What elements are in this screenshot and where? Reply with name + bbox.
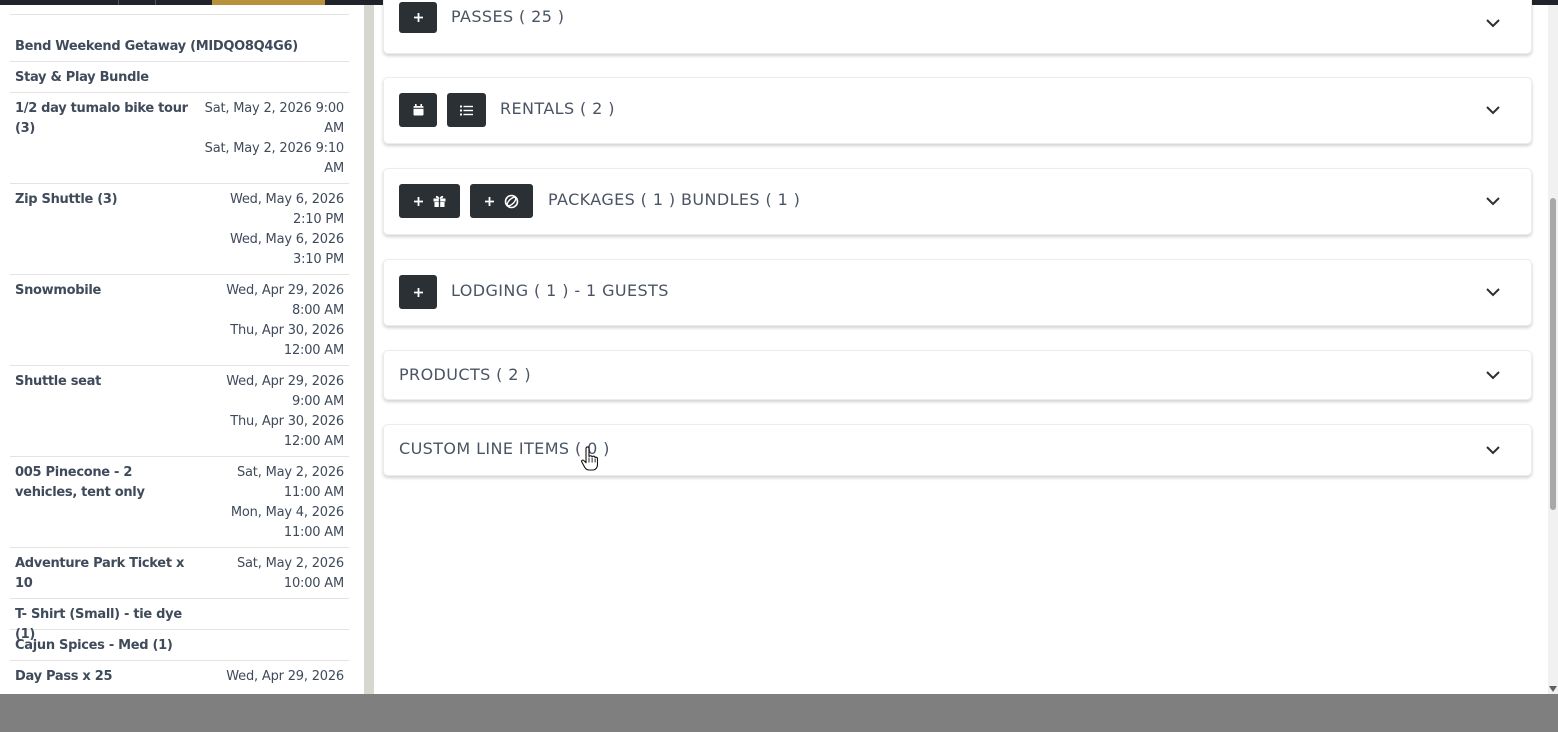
sidebar-item: Snowmobile Wed, Apr 29, 2026 8:00 AM Thu… (10, 275, 349, 366)
chevron-down-icon[interactable] (1485, 287, 1501, 297)
calendar-icon (413, 104, 423, 116)
date-line: Wed, Apr 29, 2026 (226, 669, 344, 684)
sidebar-item-name: Day Pass x 25 (15, 669, 113, 684)
rentals-section[interactable]: RENTALS ( 2 ) (383, 77, 1532, 144)
app-window: Bend Weekend Getaway (MIDQO8Q4G6) Stay &… (0, 0, 1558, 694)
passes-section[interactable]: PASSES ( 25 ) (383, 0, 1532, 54)
sidebar-item-name: Bend Weekend Getaway (MIDQO8Q4G6) (15, 39, 298, 54)
lodging-section[interactable]: LODGING ( 1 ) - 1 GUESTS (383, 259, 1532, 326)
sidebar-item-name: Zip Shuttle (3) (15, 192, 118, 207)
custom-line-items-section[interactable]: CUSTOM LINE ITEMS ( 0 ) (383, 424, 1532, 476)
rentals-title: RENTALS ( 2 ) (500, 99, 615, 118)
gift-icon (433, 195, 446, 207)
order-summary-sidebar: Bend Weekend Getaway (MIDQO8Q4G6) Stay &… (0, 5, 364, 694)
passes-title: PASSES ( 25 ) (451, 7, 565, 26)
sidebar-item: 1/2 day tumalo bike tour (3) Sat, May 2,… (10, 93, 349, 184)
plus-icon (413, 13, 423, 22)
date-line: 2:10 PM (293, 212, 344, 227)
sidebar-item: Shuttle seat Wed, Apr 29, 2026 9:00 AM T… (10, 366, 349, 457)
date-line: 11:00 AM (283, 525, 344, 540)
date-line: Wed, May 6, 2026 (229, 192, 344, 207)
date-line: AM (324, 121, 344, 136)
products-section[interactable]: PRODUCTS ( 2 ) (383, 350, 1532, 400)
date-line: Thu, Apr 30, 2026 (230, 323, 344, 338)
rentals-list-button[interactable] (447, 93, 486, 127)
sidebar-item-name: Shuttle seat (15, 374, 102, 389)
date-line: Sat, May 2, 2026 (236, 465, 344, 480)
custom-line-items-title: CUSTOM LINE ITEMS ( 0 ) (399, 439, 610, 458)
scrollbar-thumb[interactable] (1550, 198, 1556, 510)
panel-resize-handle[interactable] (364, 5, 374, 694)
date-line: Mon, May 4, 2026 (230, 505, 344, 520)
divider (10, 14, 349, 15)
sidebar-item: Adventure Park Ticket x 10 Sat, May 2, 2… (10, 548, 349, 599)
sidebar-item: T- Shirt (Small) - tie dye (1) (10, 599, 349, 642)
sidebar-item: Stay & Play Bundle (10, 62, 349, 93)
bundle-icon (504, 194, 519, 208)
sidebar-item-name: 1/2 day tumalo bike tour (3) (15, 101, 188, 136)
packages-section[interactable]: PACKAGES ( 1 ) BUNDLES ( 1 ) (383, 168, 1532, 235)
date-line: 12:00 AM (283, 434, 344, 449)
date-line: Thu, Apr 30, 2026 (230, 414, 344, 429)
chevron-down-icon[interactable] (1485, 18, 1501, 28)
plus-icon (485, 196, 494, 206)
add-lodging-button[interactable] (399, 275, 437, 309)
sidebar-item: Cajun Spices - Med (1) (10, 630, 349, 661)
date-line: 11:00 AM (283, 485, 344, 500)
date-line: 3:10 PM (293, 252, 344, 267)
sidebar-item: Day Pass x 25 Wed, Apr 29, 2026 (10, 661, 349, 694)
plus-icon (413, 287, 423, 297)
rentals-calendar-button[interactable] (399, 93, 437, 127)
main-content: PASSES ( 25 ) RENTALS ( 2 ) PACKAGES (1… (374, 0, 1548, 694)
sidebar-item-dates: Wed, May 6, 2026 2:10 PM Wed, May 6, 202… (199, 190, 344, 270)
chevron-down-icon[interactable] (1485, 196, 1501, 206)
add-package-button[interactable] (399, 184, 460, 218)
sidebar-item: Zip Shuttle (3) Wed, May 6, 2026 2:10 PM… (10, 184, 349, 275)
plus-icon (414, 196, 423, 206)
sidebar-item: 005 Pinecone - 2 vehicles, tent only Sat… (10, 457, 349, 548)
sidebar-item-dates: Sat, May 2, 2026 11:00 AM Mon, May 4, 20… (199, 463, 344, 543)
date-line: 9:00 AM (291, 394, 344, 409)
date-line: Sat, May 2, 2026 9:00 (204, 101, 345, 116)
products-title: PRODUCTS ( 2 ) (399, 365, 532, 384)
chevron-down-icon[interactable] (1485, 105, 1501, 115)
date-line: AM (324, 161, 344, 176)
date-line: Wed, Apr 29, 2026 (226, 374, 344, 389)
sidebar-item-name: Stay & Play Bundle (15, 70, 149, 85)
sidebar-item-name: 005 Pinecone - 2 vehicles, tent only (15, 465, 145, 500)
lodging-title: LODGING ( 1 ) - 1 GUESTS (451, 281, 669, 300)
sidebar-item-name: Snowmobile (15, 283, 102, 298)
add-bundle-button[interactable] (470, 184, 533, 218)
packages-title: PACKAGES ( 1 ) BUNDLES ( 1 ) (548, 190, 801, 209)
date-line: 12:00 AM (283, 343, 344, 358)
sidebar-item-dates: Sat, May 2, 2026 10:00 AM (199, 554, 344, 594)
date-line: Wed, Apr 29, 2026 (226, 283, 344, 298)
scroll-down-arrow-icon[interactable] (1549, 686, 1557, 692)
sidebar-item-name: Adventure Park Ticket x 10 (15, 556, 185, 591)
hand-cursor-icon (581, 446, 598, 471)
date-line: 8:00 AM (291, 303, 344, 318)
add-pass-button[interactable] (399, 2, 437, 33)
date-line: Sat, May 2, 2026 (236, 556, 344, 571)
date-line: Wed, May 6, 2026 (229, 232, 344, 247)
sidebar-item-dates: Wed, Apr 29, 2026 (199, 667, 344, 687)
date-line: Sat, May 2, 2026 9:10 (204, 141, 345, 156)
vertical-scrollbar[interactable] (1548, 5, 1558, 694)
sidebar-item-name: Cajun Spices - Med (1) (15, 638, 173, 653)
sidebar-item-dates: Wed, Apr 29, 2026 9:00 AM Thu, Apr 30, 2… (199, 372, 344, 452)
sidebar-item-dates: Wed, Apr 29, 2026 8:00 AM Thu, Apr 30, 2… (199, 281, 344, 361)
chevron-down-icon[interactable] (1485, 370, 1501, 380)
sidebar-item: Bend Weekend Getaway (MIDQO8Q4G6) (10, 31, 349, 62)
list-icon (460, 105, 473, 115)
chevron-down-icon[interactable] (1485, 445, 1501, 455)
date-line: 10:00 AM (283, 576, 344, 591)
sidebar-item-dates: Sat, May 2, 2026 9:00 AM Sat, May 2, 202… (199, 99, 345, 179)
